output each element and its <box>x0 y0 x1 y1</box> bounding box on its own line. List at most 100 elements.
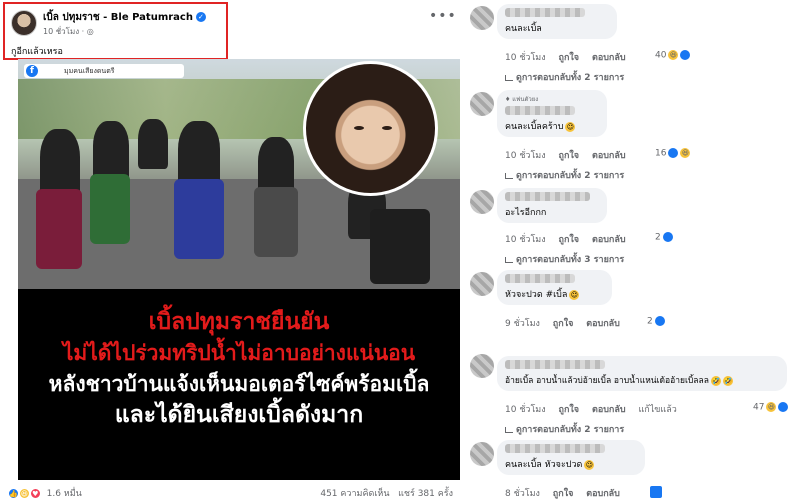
like-reaction-icon <box>654 316 665 326</box>
comment-text-value: คนละเบิ้ลคร้าบ <box>505 122 564 132</box>
reply-arrow-icon <box>505 426 513 433</box>
reactions-summary[interactable]: 👍 😆 ♥ 1.6 หมื่น <box>8 486 82 500</box>
laugh-emoji-icon: 🤣 <box>722 375 733 386</box>
post-time[interactable]: 10 ชั่วโมง <box>43 27 79 36</box>
comment-bubble: คนละเบิ้ล <box>497 4 617 39</box>
commenter-avatar[interactable] <box>470 442 494 466</box>
comment-reactions[interactable]: 47 😆 <box>753 402 789 413</box>
haha-reaction-icon: 😆 <box>766 402 777 412</box>
fan-badge: ♦ แฟนตัวยง <box>505 96 539 103</box>
reply-arrow-icon <box>505 74 513 81</box>
comments-count[interactable]: 451 ความคิดเห็น <box>320 489 389 499</box>
more-options-icon[interactable]: ••• <box>429 8 457 24</box>
comment-time[interactable]: 10 ชั่วโมง <box>505 151 546 161</box>
commenter-name-blurred[interactable] <box>505 444 605 453</box>
comment-text: อะไรอีกกก <box>505 208 547 218</box>
view-replies-link[interactable]: ดูการตอบกลับทั้ง 2 รายการ <box>505 422 624 436</box>
view-replies-text: ดูการตอบกลับทั้ง 2 รายการ <box>516 73 625 83</box>
like-button[interactable]: ถูกใจ <box>559 53 580 63</box>
headline-line: ไม่ได้ไปร่วมทริปน้ำไม่อาบอย่างแน่นอน <box>62 341 416 365</box>
commenter-avatar[interactable] <box>470 92 494 116</box>
like-button[interactable]: ถูกใจ <box>559 151 580 161</box>
comments-panel: คนละเบิ้ล 10 ชั่วโมง ถูกใจ ตอบกลับ 40 😆 ด… <box>465 0 800 504</box>
commenter-name-blurred[interactable] <box>505 8 585 17</box>
comment-time[interactable]: 9 ชั่วโมง <box>505 319 540 329</box>
globe-icon: ◎ <box>86 27 94 36</box>
comment-text-value: หัวจะปวด #เบิ้ล <box>505 290 568 300</box>
image-headline: เบิ้ลปทุมราชยืนยัน ไม่ได้ไปร่วมทริปน้ำไม… <box>18 307 460 431</box>
commenter-avatar[interactable] <box>470 272 494 296</box>
headline-line: และได้ยินเสียงเบิ้ลดังมาก <box>114 402 364 428</box>
comment-actions: 10 ชั่วโมง ถูกใจ ตอบกลับ <box>505 50 636 64</box>
comment-time[interactable]: 10 ชั่วโมง <box>505 53 546 63</box>
motorcycle-figure <box>174 179 224 259</box>
view-replies-link[interactable]: ดูการตอบกลับทั้ง 3 รายการ <box>505 252 624 266</box>
comment-reactions[interactable]: 40 😆 <box>655 50 691 61</box>
comment-actions: 8 ชั่วโมง ถูกใจ ตอบกลับ <box>505 486 630 500</box>
reply-button[interactable]: ตอบกลับ <box>592 405 626 415</box>
comment-actions: 9 ชั่วโมง ถูกใจ ตอบกลับ <box>505 316 630 330</box>
comment-reactions[interactable]: 2 <box>655 232 673 243</box>
comment-text: คนละเบิ้ล <box>505 24 542 34</box>
comment-actions: 10 ชั่วโมง ถูกใจ ตอบกลับ แก้ไขแล้ว <box>505 402 687 416</box>
reply-button[interactable]: ตอบกลับ <box>592 235 626 245</box>
like-button[interactable]: ถูกใจ <box>559 405 580 415</box>
reply-button[interactable]: ตอบกลับ <box>592 53 626 63</box>
like-button[interactable]: ถูกใจ <box>559 235 580 245</box>
haha-reaction-icon: 😆 <box>668 50 679 60</box>
like-reaction-icon <box>778 402 789 412</box>
commenter-avatar[interactable] <box>470 190 494 214</box>
edited-label: แก้ไขแล้ว <box>638 405 677 415</box>
comment-bubble: หัวจะปวด #เบิ้ล ☺ <box>497 270 612 305</box>
post-footer: 👍 😆 ♥ 1.6 หมื่น 451 ความคิดเห็น แชร์ 381… <box>0 482 465 504</box>
laugh-emoji-icon: 🤣 <box>710 375 721 386</box>
reply-arrow-icon <box>505 172 513 179</box>
like-reaction-icon <box>662 232 673 242</box>
rider-figure <box>138 119 168 169</box>
like-reaction-icon <box>668 148 679 158</box>
scroll-down-icon[interactable] <box>650 486 662 498</box>
reaction-count: 47 <box>753 402 765 413</box>
post-image[interactable]: f มุมคนเสียงดนตรี เบิ้ลปทุมราชยืนยัน ไม่… <box>18 59 460 480</box>
comment-time[interactable]: 10 ชั่วโมง <box>505 405 546 415</box>
comment-text: หัวจะปวด #เบิ้ล ☺ <box>505 287 604 301</box>
reply-button[interactable]: ตอบกลับ <box>592 151 626 161</box>
author-name-link[interactable]: เบิ้ล ปทุมราช - Ble Patumrach ✓ <box>43 10 206 25</box>
reaction-count: 2 <box>647 316 653 327</box>
comment-reactions[interactable]: 16 😆 <box>655 148 691 159</box>
motorcycle-figure <box>370 209 430 284</box>
comment-time[interactable]: 10 ชั่วโมง <box>505 235 546 245</box>
post-text: กูอีกแล้วเหรอ <box>11 47 63 57</box>
comment-text-value: อ้ายเบิ้ล อาบน้ำแล้วบ่อ้ายเบิ้ล อาบน้ำแห… <box>505 376 709 386</box>
shares-count[interactable]: แชร์ 381 ครั้ง <box>398 489 453 499</box>
view-replies-link[interactable]: ดูการตอบกลับทั้ง 2 รายการ <box>505 168 624 182</box>
verified-badge-icon: ✓ <box>195 12 206 22</box>
headline-line: เบิ้ลปทุมราชยืนยัน <box>148 309 330 335</box>
author-name[interactable]: เบิ้ล ปทุมราช - Ble Patumrach <box>43 12 193 23</box>
commenter-name-blurred[interactable] <box>505 106 575 115</box>
view-replies-text: ดูการตอบกลับทั้ง 3 รายการ <box>516 255 625 265</box>
commenter-avatar[interactable] <box>470 354 494 378</box>
reaction-count: 16 <box>655 148 667 159</box>
comment-actions: 10 ชั่วโมง ถูกใจ ตอบกลับ <box>505 148 636 162</box>
motorcycle-photo: f มุมคนเสียงดนตรี <box>18 59 460 289</box>
view-replies-link[interactable]: ดูการตอบกลับทั้ง 2 รายการ <box>505 70 624 84</box>
like-button[interactable]: ถูกใจ <box>553 319 574 329</box>
comment-reactions[interactable]: 2 <box>647 316 665 327</box>
commenter-name-blurred[interactable] <box>505 274 575 283</box>
reply-button[interactable]: ตอบกลับ <box>586 319 620 329</box>
headline-line: หลังชาวบ้านแจ้งเห็นมอเตอร์ไซค์พร้อมเบิ้ล <box>48 372 430 396</box>
smile-emoji-icon: ☺ <box>584 459 595 470</box>
commenter-avatar[interactable] <box>470 6 494 30</box>
like-button[interactable]: ถูกใจ <box>553 489 574 499</box>
fan-badge-text: แฟนตัวยง <box>512 96 539 103</box>
author-avatar[interactable] <box>11 10 37 36</box>
commenter-name-blurred[interactable] <box>505 360 605 369</box>
post-counts: 451 ความคิดเห็น แชร์ 381 ครั้ง <box>320 486 453 500</box>
reaction-count: 2 <box>655 232 661 243</box>
commenter-name-blurred[interactable] <box>505 192 590 201</box>
reply-arrow-icon <box>505 256 513 263</box>
comment-text: อ้ายเบิ้ล อาบน้ำแล้วบ่อ้ายเบิ้ล อาบน้ำแห… <box>505 373 779 387</box>
reply-button[interactable]: ตอบกลับ <box>586 489 620 499</box>
comment-time[interactable]: 8 ชั่วโมง <box>505 489 540 499</box>
